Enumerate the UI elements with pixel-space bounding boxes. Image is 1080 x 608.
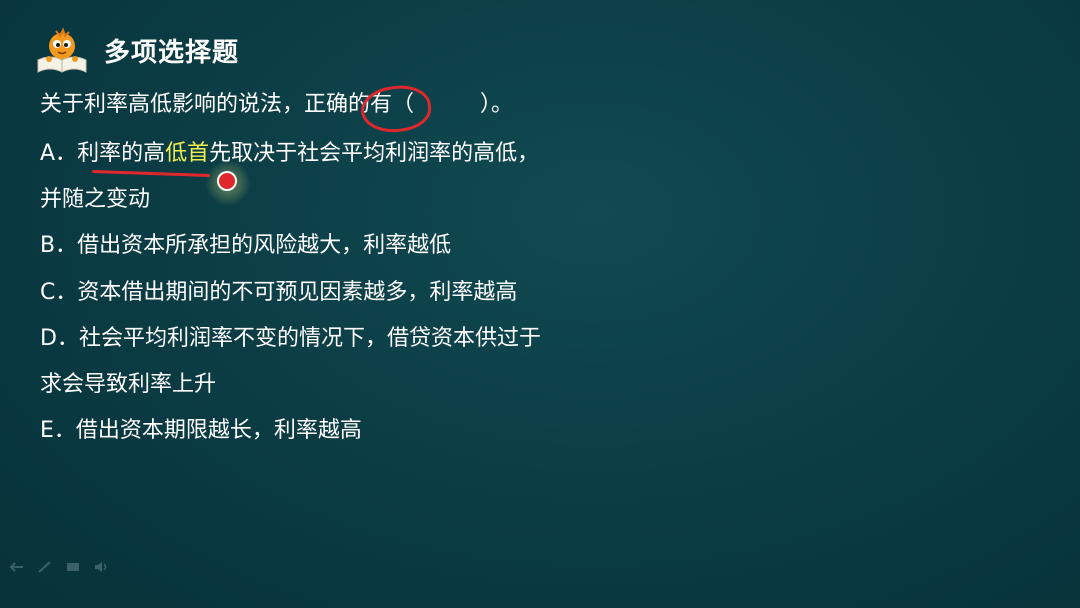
option-c: C．资本借出期间的不可预见因素越多，利率越高 bbox=[40, 280, 518, 305]
option-d-line1: D．社会平均利润率不变的情况下，借贷资本供过于 bbox=[40, 326, 541, 351]
option-a-prefix: A． bbox=[40, 141, 78, 166]
option-a-part1: 利率的高 bbox=[77, 141, 166, 166]
screen-icon[interactable] bbox=[64, 560, 82, 574]
mascot-book-icon bbox=[34, 26, 90, 74]
question-text-before: 关于利率高低影响的说法， bbox=[40, 92, 305, 117]
option-a-line1: A．利率的高低首先取决于社会平均利润率的高低， bbox=[40, 139, 539, 169]
question-text-circled: 正确 bbox=[304, 92, 349, 117]
red-underline-annotation bbox=[91, 169, 211, 178]
option-a-highlight: 低首 bbox=[165, 141, 210, 166]
slide-title: 多项选择题 bbox=[104, 37, 240, 68]
pen-icon[interactable] bbox=[36, 560, 54, 574]
question-text: 关于利率高低影响的说法，正确的有（ ）。 bbox=[40, 90, 513, 120]
player-toolbar bbox=[8, 560, 110, 574]
arrow-icon[interactable] bbox=[8, 560, 26, 574]
option-d-line2: 求会导致利率上升 bbox=[40, 372, 217, 397]
option-b: B．借出资本所承担的风险越大，利率越低 bbox=[40, 233, 452, 258]
option-e: E．借出资本期限越长，利率越高 bbox=[40, 418, 362, 443]
slide-header: 多项选择题 bbox=[34, 26, 239, 74]
option-a-line2: 并随之变动 bbox=[40, 187, 151, 212]
option-a-part2: 先取决于社会平均利润率的高低， bbox=[209, 141, 540, 166]
slide: 多项选择题 关于利率高低影响的说法，正确的有（ ）。 A．利率的高低首先取决于社… bbox=[0, 0, 1080, 608]
laser-pointer-dot bbox=[219, 173, 235, 189]
speaker-icon[interactable] bbox=[92, 560, 110, 574]
